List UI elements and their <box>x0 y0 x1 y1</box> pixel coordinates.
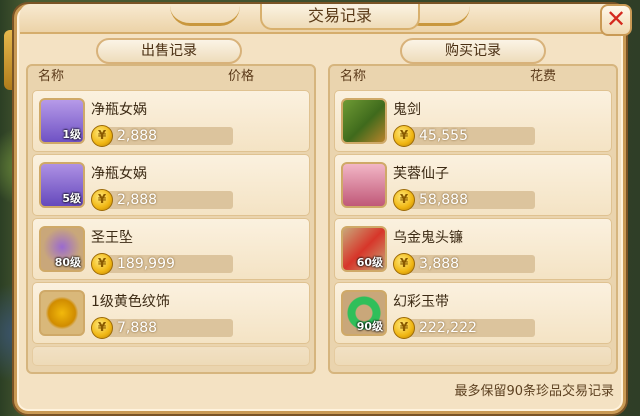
coin-icon: ¥ <box>393 253 415 275</box>
item-name: 净瓶女娲 <box>91 166 147 182</box>
nuwa-portrait-icon: 1级 <box>39 98 85 144</box>
item-level: 80级 <box>54 256 81 269</box>
coin-icon: ¥ <box>91 189 113 211</box>
item-price: 189,999 <box>117 256 175 272</box>
panel-title: 交易记录 <box>260 4 420 30</box>
item-level: 1级 <box>62 128 81 141</box>
buy-header-cost: 花费 <box>530 69 557 84</box>
pendant-icon: 80级 <box>39 226 85 272</box>
sell-header-price: 价格 <box>228 69 255 84</box>
item-level: 90级 <box>356 320 383 333</box>
yellow-gem-icon <box>39 290 85 336</box>
sell-header: 名称 价格 <box>28 66 314 88</box>
buy-row[interactable]: 90级 幻彩玉带 ¥ 222,222 <box>334 282 612 344</box>
title-wing-left <box>170 6 240 26</box>
item-price: 2,888 <box>117 128 158 144</box>
coin-icon: ¥ <box>393 125 415 147</box>
item-price: 7,888 <box>117 320 158 336</box>
item-name: 鬼剑 <box>393 102 421 118</box>
item-name: 圣王坠 <box>91 230 133 246</box>
item-price: 45,555 <box>419 128 468 144</box>
buy-row[interactable]: 芙蓉仙子 ¥ 58,888 <box>334 154 612 216</box>
coin-icon: ¥ <box>393 189 415 211</box>
close-button[interactable]: ✕ <box>600 4 632 36</box>
item-price: 3,888 <box>419 256 460 272</box>
item-name: 幻彩玉带 <box>393 294 449 310</box>
title-bar: 交易记录 <box>20 4 620 34</box>
jade-belt-icon: 90级 <box>341 290 387 336</box>
buy-header-name: 名称 <box>340 69 367 84</box>
buy-row-partial[interactable] <box>334 346 612 366</box>
ghost-sword-icon <box>341 98 387 144</box>
buy-records-list[interactable]: 名称 花费 鬼剑 ¥ 45,555 芙蓉仙子 ¥ 58,888 60级 乌金鬼头… <box>328 64 618 374</box>
coin-icon: ¥ <box>393 317 415 339</box>
item-level: 60级 <box>356 256 383 269</box>
sell-records-tab[interactable]: 出售记录 <box>96 38 242 64</box>
buy-row[interactable]: 60级 乌金鬼头镰 ¥ 3,888 <box>334 218 612 280</box>
item-name: 1级黄色纹饰 <box>91 294 170 310</box>
item-name: 净瓶女娲 <box>91 102 147 118</box>
item-name: 乌金鬼头镰 <box>393 230 463 246</box>
item-name: 芙蓉仙子 <box>393 166 449 182</box>
item-price: 58,888 <box>419 192 468 208</box>
fairy-portrait-icon <box>341 162 387 208</box>
buy-header: 名称 花费 <box>330 66 616 88</box>
sell-header-name: 名称 <box>38 69 65 84</box>
item-level: 5级 <box>62 192 81 205</box>
sell-row[interactable]: 1级黄色纹饰 ¥ 7,888 <box>32 282 310 344</box>
item-price: 222,222 <box>419 320 477 336</box>
sell-records-list[interactable]: 名称 价格 1级 净瓶女娲 ¥ 2,888 5级 净瓶女娲 ¥ 2,888 80… <box>26 64 316 374</box>
sell-row[interactable]: 80级 圣王坠 ¥ 189,999 <box>32 218 310 280</box>
coin-icon: ¥ <box>91 317 113 339</box>
coin-icon: ¥ <box>91 125 113 147</box>
buy-row[interactable]: 鬼剑 ¥ 45,555 <box>334 90 612 152</box>
sell-row[interactable]: 1级 净瓶女娲 ¥ 2,888 <box>32 90 310 152</box>
sell-row[interactable]: 5级 净瓶女娲 ¥ 2,888 <box>32 154 310 216</box>
scythe-icon: 60级 <box>341 226 387 272</box>
footer-note: 最多保留90条珍品交易记录 <box>454 384 614 399</box>
buy-records-tab[interactable]: 购买记录 <box>400 38 546 64</box>
coin-icon: ¥ <box>91 253 113 275</box>
item-price: 2,888 <box>117 192 158 208</box>
sell-row-partial[interactable] <box>32 346 310 366</box>
nuwa-portrait-icon: 5级 <box>39 162 85 208</box>
